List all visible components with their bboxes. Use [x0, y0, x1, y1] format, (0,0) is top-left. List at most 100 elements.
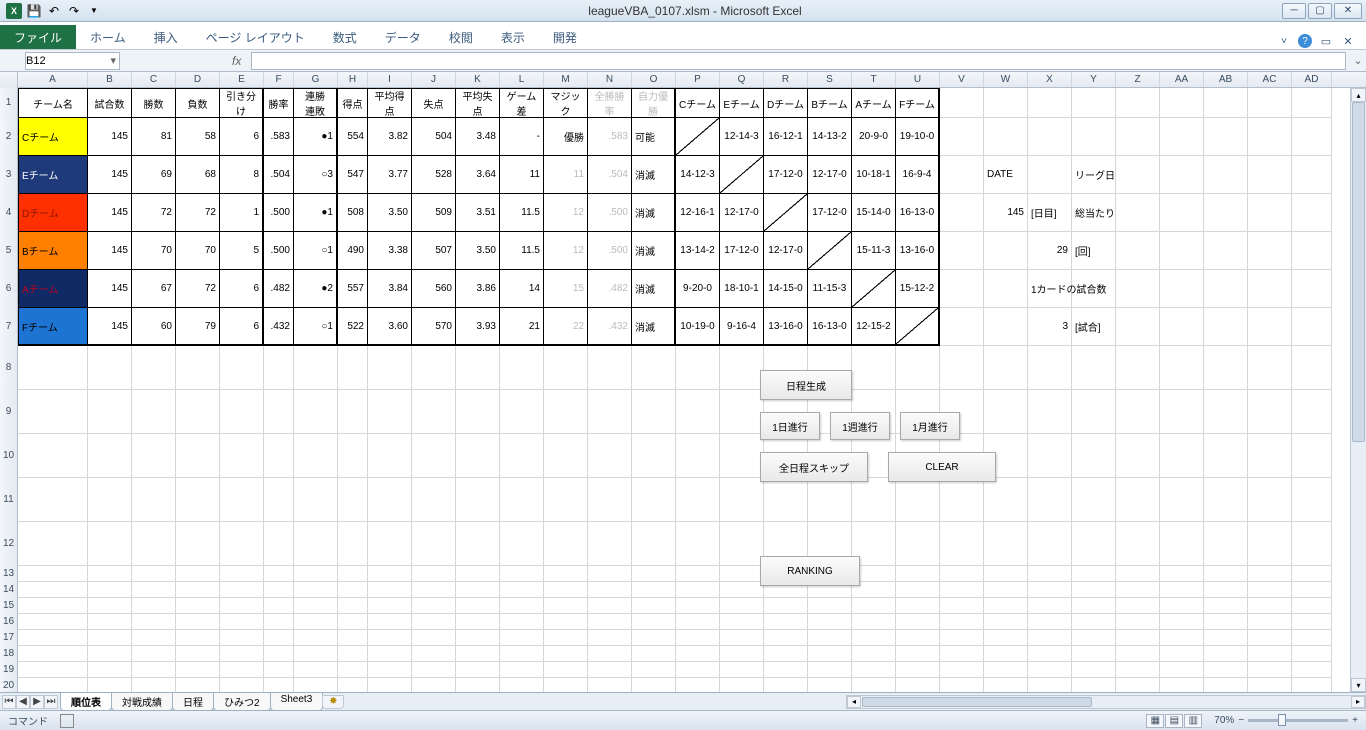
- cell[interactable]: 13-16-0: [764, 308, 808, 346]
- cell[interactable]: [18, 662, 88, 678]
- ribbon-tab-0[interactable]: ホーム: [76, 25, 140, 49]
- cell[interactable]: [18, 478, 88, 522]
- cell[interactable]: [264, 662, 294, 678]
- row-header-14[interactable]: 14: [0, 582, 18, 598]
- cell[interactable]: [764, 598, 808, 614]
- cell[interactable]: [984, 346, 1028, 390]
- horizontal-scroll-thumb[interactable]: [862, 697, 1092, 707]
- cell[interactable]: [500, 346, 544, 390]
- cell[interactable]: [1204, 630, 1248, 646]
- row-header-12[interactable]: 12: [0, 522, 18, 566]
- cell[interactable]: [720, 582, 764, 598]
- cell[interactable]: [338, 434, 368, 478]
- cell[interactable]: [984, 614, 1028, 630]
- cell[interactable]: 消滅: [632, 232, 676, 270]
- cell[interactable]: [1248, 478, 1292, 522]
- cell[interactable]: [1116, 678, 1160, 692]
- column-header-S[interactable]: S: [808, 72, 852, 87]
- cell[interactable]: [1292, 566, 1332, 582]
- cell[interactable]: [1204, 566, 1248, 582]
- sheet-nav-next[interactable]: ▶: [30, 695, 44, 709]
- cell[interactable]: 17-12-0: [764, 156, 808, 194]
- cell[interactable]: [500, 646, 544, 662]
- cell[interactable]: [1160, 88, 1204, 118]
- cell[interactable]: [632, 678, 676, 692]
- cell[interactable]: [588, 646, 632, 662]
- cell[interactable]: [1160, 662, 1204, 678]
- cell[interactable]: [720, 390, 764, 434]
- cell[interactable]: [1028, 614, 1072, 630]
- cell[interactable]: [412, 646, 456, 662]
- cell[interactable]: [1292, 156, 1332, 194]
- cell[interactable]: [896, 646, 940, 662]
- cell[interactable]: [132, 598, 176, 614]
- cell[interactable]: 19-10-0: [896, 118, 940, 156]
- cell[interactable]: 554: [338, 118, 368, 156]
- cell[interactable]: 72: [176, 270, 220, 308]
- name-box-dropdown-icon[interactable]: ▾: [107, 54, 119, 67]
- cell[interactable]: [1072, 434, 1116, 478]
- cell[interactable]: 11.5: [500, 194, 544, 232]
- cell[interactable]: [720, 156, 764, 194]
- cell[interactable]: [1292, 346, 1332, 390]
- cell[interactable]: [1116, 630, 1160, 646]
- cell[interactable]: [294, 630, 338, 646]
- cell[interactable]: [1116, 662, 1160, 678]
- cell[interactable]: [984, 390, 1028, 434]
- cell[interactable]: 17-12-0: [720, 232, 764, 270]
- cell[interactable]: 72: [176, 194, 220, 232]
- cell[interactable]: [1160, 522, 1204, 566]
- cell[interactable]: [500, 390, 544, 434]
- cell[interactable]: .500: [264, 194, 294, 232]
- cell[interactable]: [132, 646, 176, 662]
- cell[interactable]: [88, 582, 132, 598]
- cell[interactable]: [940, 118, 984, 156]
- cell[interactable]: [984, 582, 1028, 598]
- cell[interactable]: [18, 646, 88, 662]
- cell[interactable]: [1072, 346, 1116, 390]
- cell[interactable]: [412, 346, 456, 390]
- cell[interactable]: [1116, 390, 1160, 434]
- cell[interactable]: [764, 678, 808, 692]
- cell[interactable]: [896, 662, 940, 678]
- cell[interactable]: [1204, 582, 1248, 598]
- cell[interactable]: [412, 478, 456, 522]
- column-header-V[interactable]: V: [940, 72, 984, 87]
- column-header-U[interactable]: U: [896, 72, 940, 87]
- cell[interactable]: [588, 390, 632, 434]
- cell[interactable]: [176, 662, 220, 678]
- cell[interactable]: Fチーム: [18, 308, 88, 346]
- cell[interactable]: 145: [984, 194, 1028, 232]
- save-icon[interactable]: 💾: [26, 3, 42, 19]
- column-header-X[interactable]: X: [1028, 72, 1072, 87]
- cell[interactable]: [338, 522, 368, 566]
- cell[interactable]: [220, 646, 264, 662]
- cell[interactable]: [368, 614, 412, 630]
- cell[interactable]: 58: [176, 118, 220, 156]
- cell[interactable]: 490: [338, 232, 368, 270]
- cell[interactable]: [456, 522, 500, 566]
- cell[interactable]: [720, 646, 764, 662]
- cell[interactable]: [1248, 434, 1292, 478]
- row-header-6[interactable]: 6: [0, 270, 18, 308]
- cell[interactable]: [1160, 582, 1204, 598]
- maximize-button[interactable]: ▢: [1308, 3, 1332, 19]
- cell[interactable]: 1カードの試合数: [1028, 270, 1072, 308]
- cell[interactable]: [412, 582, 456, 598]
- cell[interactable]: 557: [338, 270, 368, 308]
- cell[interactable]: 3.82: [368, 118, 412, 156]
- cell[interactable]: [940, 646, 984, 662]
- cell[interactable]: [試合]: [1072, 308, 1116, 346]
- cell[interactable]: 18-10-1: [720, 270, 764, 308]
- page-break-view-button[interactable]: ▥: [1184, 714, 1202, 728]
- cell[interactable]: [1160, 630, 1204, 646]
- name-box[interactable]: B12 ▾: [25, 52, 120, 70]
- cell[interactable]: [368, 630, 412, 646]
- cell[interactable]: 3.64: [456, 156, 500, 194]
- row-header-17[interactable]: 17: [0, 630, 18, 646]
- cell[interactable]: [294, 478, 338, 522]
- row-header-11[interactable]: 11: [0, 478, 18, 522]
- cell[interactable]: [1160, 678, 1204, 692]
- cell[interactable]: [412, 390, 456, 434]
- cell[interactable]: [852, 598, 896, 614]
